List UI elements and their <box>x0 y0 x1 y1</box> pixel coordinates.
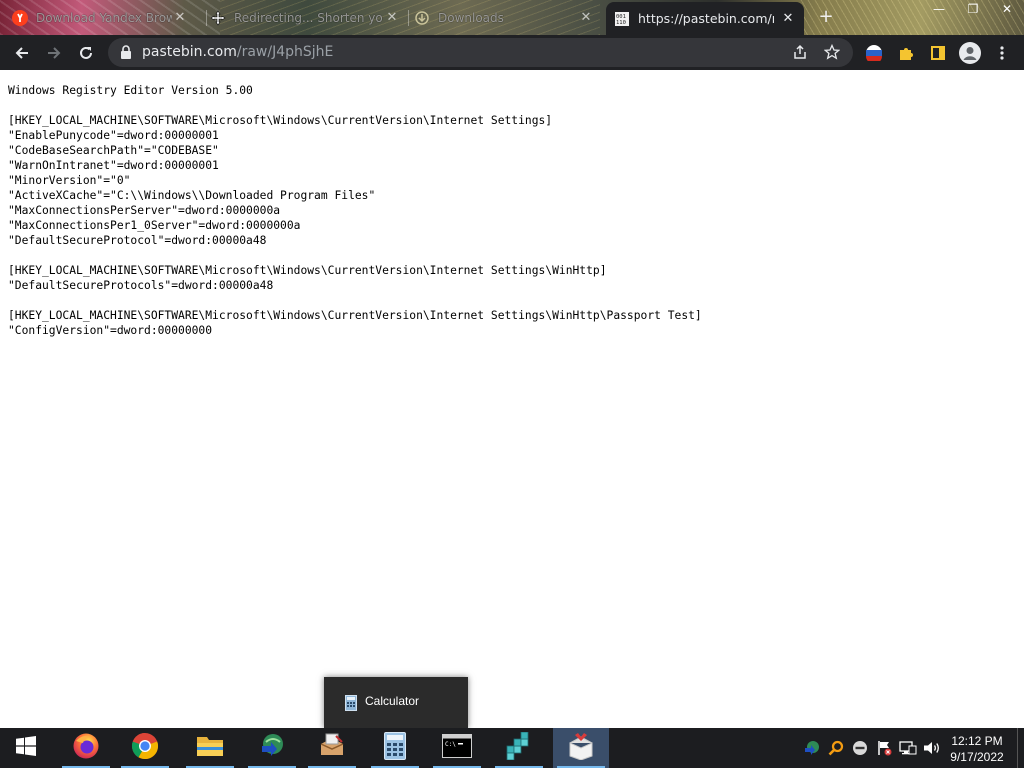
extensions-puzzle-icon[interactable] <box>894 35 918 70</box>
taskbar-unpack-app[interactable] <box>553 728 609 768</box>
tab-redirecting[interactable]: Redirecting... Shorten yo ✕ <box>210 4 404 31</box>
address-bar[interactable]: pastebin.com/raw/J4phSjhE <box>108 38 853 67</box>
close-tab-icon[interactable]: ✕ <box>172 10 188 25</box>
side-panel-icon[interactable] <box>926 35 950 70</box>
text-line: "MinorVersion"="0" <box>8 174 131 187</box>
system-tray <box>800 728 944 768</box>
tab-strip: Download Yandex Browser ✕ Redirecting...… <box>0 0 1024 35</box>
url-host: pastebin.com <box>142 44 237 60</box>
url-path: /raw/J4phSjhE <box>236 44 334 60</box>
maximize-icon[interactable]: ❐ <box>956 0 990 18</box>
text-line: "MaxConnectionsPer1_0Server"=dword:00000… <box>8 219 301 232</box>
system-clock[interactable]: 12:12 PM 9/17/2022 <box>944 733 1010 765</box>
taskbar-registry-tool[interactable] <box>491 728 547 768</box>
search-magnifier-icon[interactable] <box>824 728 848 768</box>
minimize-icon[interactable]: — <box>922 0 956 18</box>
clock-date: 9/17/2022 <box>950 750 1004 764</box>
start-button[interactable] <box>0 728 52 768</box>
tab-title: https://pastebin.com/raw/ <box>638 11 774 26</box>
back-icon[interactable] <box>8 35 36 70</box>
show-desktop-button[interactable] <box>1017 728 1024 768</box>
browser-toolbar: pastebin.com/raw/J4phSjhE <box>0 35 1024 70</box>
cmd-icon: C:\ <box>442 734 472 762</box>
text-line: "DefaultSecureProtocols"=dword:00000a48 <box>8 279 274 292</box>
bookmark-star-icon[interactable] <box>823 43 841 64</box>
do-not-disturb-icon[interactable] <box>848 728 872 768</box>
svg-text:C:\: C:\ <box>445 741 456 748</box>
tab-divider <box>408 10 409 26</box>
profile-avatar-icon[interactable] <box>956 35 984 70</box>
text-line: "WarnOnIntranet"=dword:00000001 <box>8 159 219 172</box>
calculator-icon <box>384 732 406 764</box>
raw-paste-text: Windows Registry Editor Version 5.00 [HKE… <box>0 70 1024 351</box>
text-line <box>8 98 1016 113</box>
close-tab-icon[interactable]: ✕ <box>384 10 400 25</box>
firefox-icon <box>72 732 100 764</box>
new-tab-button[interactable]: + <box>814 6 838 28</box>
close-window-icon[interactable]: ✕ <box>990 0 1024 18</box>
thumbnail-title: Calculator <box>365 694 420 708</box>
close-tab-icon[interactable]: ✕ <box>578 10 594 25</box>
volume-speaker-icon[interactable] <box>920 728 944 768</box>
yandex-icon <box>12 9 28 26</box>
profile-flag-icon[interactable] <box>862 35 886 70</box>
tab-title: Downloads <box>438 10 504 25</box>
taskbar-calculator[interactable] <box>367 728 423 768</box>
share-icon[interactable] <box>792 44 808 64</box>
text-line <box>8 248 1016 263</box>
text-line: "ConfigVersion"=dword:00000000 <box>8 324 213 337</box>
text-line: "DefaultSecureProtocol"=dword:00000a48 <box>8 234 267 247</box>
downloads-icon <box>414 10 430 26</box>
calculator-icon <box>345 695 357 715</box>
taskbar: C:\ 12:12 PM 9/17/2022 <box>0 728 1024 768</box>
text-line: "ActiveXCache"="C:\\Windows\\Downloaded … <box>8 189 376 202</box>
chrome-icon <box>131 732 159 764</box>
taskbar-chrome[interactable] <box>117 728 173 768</box>
window-controls: — ❐ ✕ <box>922 0 1024 18</box>
network-monitor-icon[interactable] <box>896 728 920 768</box>
pastebin-icon: 001 110 <box>614 11 630 27</box>
text-line: [HKEY_LOCAL_MACHINE\SOFTWARE\Microsoft\W… <box>8 264 607 277</box>
calculator-thumbnail[interactable]: Calculator <box>324 677 468 728</box>
text-line: Windows Registry Editor Version 5.00 <box>8 84 253 97</box>
windows-logo-icon <box>16 736 36 760</box>
taskbar-download-manager[interactable] <box>244 728 300 768</box>
lock-icon[interactable] <box>120 44 132 64</box>
move-cursor-icon <box>210 9 226 26</box>
taskbar-installer[interactable] <box>304 728 360 768</box>
taskbar-file-explorer[interactable] <box>182 728 238 768</box>
tab-downloads[interactable]: Downloads ✕ <box>414 4 596 31</box>
cubes-icon <box>504 731 534 764</box>
box-icon <box>566 732 596 764</box>
taskbar-firefox[interactable] <box>58 728 114 768</box>
tab-divider <box>206 10 207 26</box>
url-text: pastebin.com/raw/J4phSjhE <box>142 44 333 60</box>
action-center-flag-icon[interactable] <box>872 728 896 768</box>
clock-time: 12:12 PM <box>951 734 1003 748</box>
network-globe-icon[interactable] <box>800 728 824 768</box>
text-line: [HKEY_LOCAL_MACHINE\SOFTWARE\Microsoft\W… <box>8 114 553 127</box>
text-line <box>8 293 1016 308</box>
text-line: [HKEY_LOCAL_MACHINE\SOFTWARE\Microsoft\W… <box>8 309 702 322</box>
installer-icon <box>318 732 346 764</box>
svg-text:110: 110 <box>616 20 626 26</box>
text-line: "CodeBaseSearchPath"="CODEBASE" <box>8 144 219 157</box>
page-content: Windows Registry Editor Version 5.00 [HKE… <box>0 70 1024 728</box>
forward-icon[interactable] <box>40 35 68 70</box>
tab-title: Redirecting... Shorten yo <box>234 10 383 25</box>
tab-pastebin-raw[interactable]: 001110 https://pastebin.com/raw/ ✕ <box>606 2 804 35</box>
taskbar-command-prompt[interactable]: C:\ <box>429 728 485 768</box>
tab-title: Download Yandex Browser <box>36 10 172 25</box>
idm-icon <box>258 732 286 764</box>
menu-kebab-icon[interactable] <box>992 35 1012 70</box>
folder-icon <box>196 734 224 762</box>
close-tab-icon[interactable]: ✕ <box>780 11 796 26</box>
text-line: "MaxConnectionsPerServer"=dword:0000000a <box>8 204 281 217</box>
tab-yandex-download[interactable]: Download Yandex Browser ✕ <box>12 4 202 31</box>
text-line: "EnablePunycode"=dword:00000001 <box>8 129 219 142</box>
reload-icon[interactable] <box>72 35 100 70</box>
